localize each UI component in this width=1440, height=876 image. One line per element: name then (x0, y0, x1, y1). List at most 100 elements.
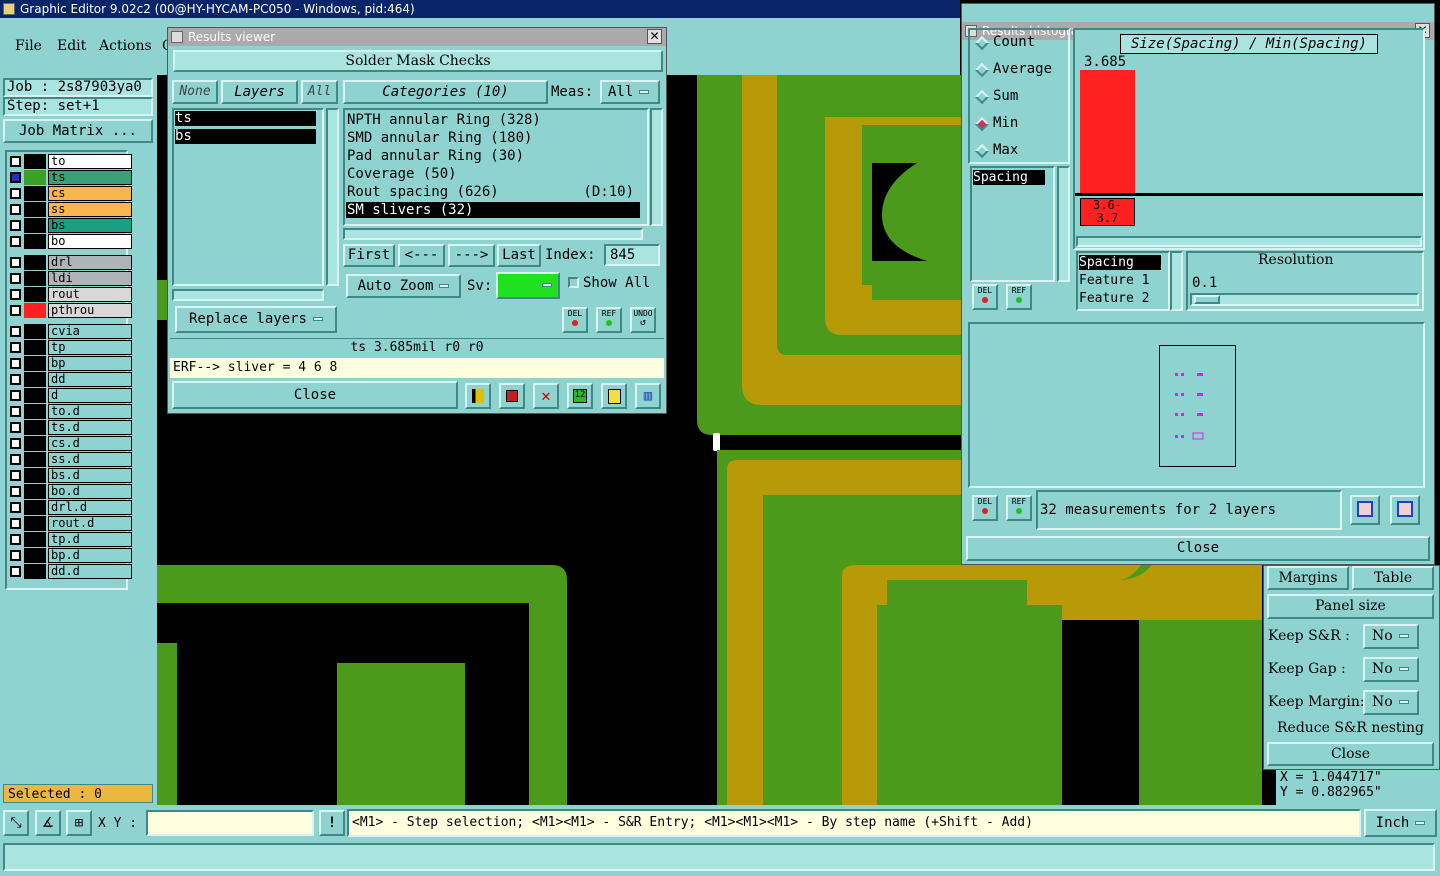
index-input[interactable]: 845 (604, 244, 660, 266)
ref-icon[interactable]: REF (596, 307, 622, 333)
preview-del-icon[interactable]: DEL (972, 495, 998, 521)
layer-select-item-bs[interactable]: bs (175, 129, 316, 144)
close-icon[interactable]: ✕ (647, 29, 662, 44)
layer-checkbox[interactable] (10, 204, 21, 215)
unit-dropdown[interactable]: Inch (1364, 809, 1437, 837)
category-vscroll[interactable] (650, 108, 663, 226)
layer-color-swatch[interactable] (24, 532, 46, 547)
layer-name[interactable]: ts (48, 170, 132, 185)
record-tool-icon[interactable] (499, 383, 525, 409)
mode-label[interactable]: Sum (993, 88, 1018, 104)
layer-checkbox[interactable] (10, 358, 21, 369)
layer-color-swatch[interactable] (24, 186, 46, 201)
layer-name[interactable]: rout (48, 287, 132, 302)
mode-label[interactable]: Max (993, 142, 1018, 158)
layer-color-swatch[interactable] (24, 548, 46, 563)
measure-list-vscroll[interactable] (1057, 166, 1070, 282)
layer-checkbox[interactable] (10, 454, 21, 465)
layer-row-rout[interactable]: rout (8, 287, 132, 302)
measure-list-item-spacing[interactable]: Spacing (973, 170, 1045, 185)
info-icon[interactable]: ! (319, 810, 345, 836)
layer-checkbox[interactable] (10, 390, 21, 401)
layer-color-swatch[interactable] (24, 516, 46, 531)
export-icon[interactable] (1350, 495, 1380, 525)
mode-label[interactable]: Count (993, 34, 1035, 50)
layer-row-d[interactable]: d (8, 388, 132, 403)
layer-row-ts-d[interactable]: ts.d (8, 420, 132, 435)
layer-name[interactable]: rout.d (48, 516, 132, 531)
attribute-item-spacing[interactable]: Spacing (1079, 255, 1161, 270)
keep-sr-dropdown[interactable]: No (1363, 624, 1419, 649)
layer-row-to[interactable]: to (8, 154, 132, 169)
layer-name[interactable]: tp (48, 340, 132, 355)
layers-none-button[interactable]: None (172, 80, 218, 104)
histogram-ref-icon[interactable]: REF (1006, 284, 1032, 310)
layer-name[interactable]: bo.d (48, 484, 132, 499)
layer-color-swatch[interactable] (24, 452, 46, 467)
layer-row-tp-d[interactable]: tp.d (8, 532, 132, 547)
reduce-sr-nesting[interactable]: Reduce S&R nesting (1267, 720, 1434, 736)
menu-edit[interactable]: Edit (57, 38, 86, 54)
layer-color-swatch[interactable] (24, 271, 46, 286)
layer-checkbox[interactable] (10, 518, 21, 529)
attribute-item-feature2[interactable]: Feature 2 (1079, 291, 1149, 306)
mode-label[interactable]: Average (993, 61, 1052, 77)
layer-name[interactable]: dd (48, 372, 132, 387)
layer-checkbox[interactable] (10, 273, 21, 284)
layer-row-dd[interactable]: dd (8, 372, 132, 387)
layer-name[interactable]: ss (48, 202, 132, 217)
layer-row-bs[interactable]: bs (8, 218, 132, 233)
measure-tool-icon[interactable]: ∡ (35, 810, 61, 836)
layer-row-bs-d[interactable]: bs.d (8, 468, 132, 483)
next-button[interactable]: ---> (448, 244, 495, 267)
layer-checkbox[interactable] (10, 422, 21, 433)
histogram-tool-icon[interactable]: ▥ (635, 383, 661, 409)
layer-color-swatch[interactable] (24, 234, 46, 249)
layer-checkbox[interactable] (10, 374, 21, 385)
layer-checkbox[interactable] (10, 566, 21, 577)
layer-name[interactable]: cs (48, 186, 132, 201)
layer-color-swatch[interactable] (24, 500, 46, 515)
category-item[interactable]: SM slivers (32) (346, 202, 640, 218)
layer-color-swatch[interactable] (24, 564, 46, 579)
layer-row-bp-d[interactable]: bp.d (8, 548, 132, 563)
layer-row-bo-d[interactable]: bo.d (8, 484, 132, 499)
auto-zoom-dropdown[interactable]: Auto Zoom (346, 274, 461, 298)
layer-name[interactable]: tp.d (48, 532, 132, 547)
panel-size-button[interactable]: Panel size (1267, 594, 1434, 619)
layer-checkbox[interactable] (10, 534, 21, 545)
layer-name[interactable]: to.d (48, 404, 132, 419)
layer-row-drl-d[interactable]: drl.d (8, 500, 132, 515)
layer-color-swatch[interactable] (24, 356, 46, 371)
layer-color-swatch[interactable] (24, 404, 46, 419)
layer-checkbox[interactable] (10, 438, 21, 449)
layer-name[interactable]: bo (48, 234, 132, 249)
keep-margin-dropdown[interactable]: No (1363, 690, 1419, 715)
margins-button[interactable]: Margins (1267, 566, 1349, 590)
layer-name[interactable]: drl.d (48, 500, 132, 515)
layer-row-tp[interactable]: tp (8, 340, 132, 355)
category-item[interactable]: SMD annular Ring (180) (346, 130, 640, 146)
layer-color-swatch[interactable] (24, 340, 46, 355)
category-item[interactable]: Pad annular Ring (30) (346, 148, 640, 164)
layer-name[interactable]: bp (48, 356, 132, 371)
layer-name[interactable]: bs.d (48, 468, 132, 483)
layer-checkbox[interactable] (10, 486, 21, 497)
layer-color-swatch[interactable] (24, 287, 46, 302)
layer-row-rout-d[interactable]: rout.d (8, 516, 132, 531)
layer-row-ts[interactable]: ts (8, 170, 132, 185)
first-button[interactable]: First (343, 244, 395, 267)
attribute-vscroll[interactable] (1170, 251, 1183, 311)
layers-all-button[interactable]: All (301, 80, 338, 104)
layer-row-cs-d[interactable]: cs.d (8, 436, 132, 451)
layer-name[interactable]: pthrou (48, 303, 132, 318)
resolution-slider[interactable] (1190, 293, 1419, 306)
layer-color-swatch[interactable] (24, 218, 46, 233)
layer-checkbox[interactable] (10, 470, 21, 481)
results-viewer-close-button[interactable]: Close (172, 381, 458, 409)
last-button[interactable]: Last (497, 244, 541, 267)
del-icon[interactable]: DEL (562, 307, 588, 333)
layers-button[interactable]: Layers (221, 80, 298, 104)
layer-name[interactable]: dd.d (48, 564, 132, 579)
layer-checkbox[interactable] (10, 406, 21, 417)
